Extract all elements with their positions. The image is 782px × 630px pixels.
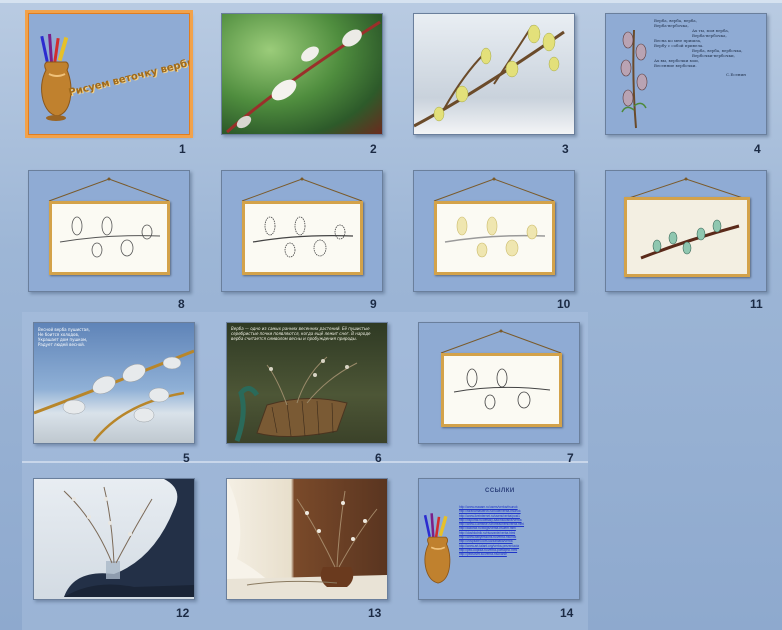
slide-thumbnail-6[interactable]: Верба — одно из самых ранних весенних ра… — [226, 322, 388, 444]
slide-4-poem: Верба, верба, верба, Верба-вербочка, Ах … — [654, 18, 746, 77]
slide-number-6: 6 — [375, 451, 382, 465]
slide-thumbnail-5[interactable]: Весной верба пушистая, Не боится холодов… — [33, 322, 195, 444]
branch-painted — [444, 216, 546, 258]
slide-6-text: Верба — одно из самых ранних весенних ра… — [231, 326, 371, 341]
willow-vase-photo — [227, 479, 387, 599]
reference-link[interactable]: http://pedsovet.su/verba-risovanie — [459, 552, 575, 556]
picture-frame — [434, 201, 555, 275]
slide-number-2: 2 — [370, 142, 377, 156]
slide-number-1: 1 — [179, 142, 186, 156]
branch-sketch — [252, 216, 354, 258]
slide-number-3: 3 — [562, 142, 569, 156]
picture-frame — [441, 353, 562, 427]
willow-branch-photo — [414, 24, 565, 128]
slide-thumbnail-4[interactable]: Верба, верба, верба, Верба-вербочка, Ах … — [605, 13, 767, 135]
willow-branch-photo — [226, 20, 381, 134]
slide-thumbnail-1[interactable]: Рисуем веточку вербы — [25, 10, 193, 138]
slide-thumbnail-12[interactable] — [33, 478, 195, 600]
slide-5-text: Весной верба пушистая, Не боится холодов… — [38, 327, 90, 347]
vase-with-pencils-icon — [423, 513, 451, 584]
slide-thumbnail-10[interactable] — [413, 170, 575, 292]
slide-number-7: 7 — [567, 451, 574, 465]
branch-sketch — [453, 368, 551, 410]
slide-thumbnail-2[interactable] — [221, 13, 383, 135]
slide-thumbnail-11[interactable] — [605, 170, 767, 292]
willow-basket-photo — [234, 356, 358, 442]
vase-with-pencils-icon — [40, 33, 72, 121]
slide-number-14: 14 — [560, 606, 574, 620]
slide-number-10: 10 — [557, 297, 571, 311]
willow-branch-drawing — [620, 29, 648, 129]
slide-thumbnail-8[interactable] — [28, 170, 190, 292]
picture-frame — [49, 201, 170, 275]
branch-painted — [640, 219, 740, 260]
willow-vase-photo — [63, 479, 194, 597]
slide-thumbnail-14[interactable]: ССЫЛКИ http://www.maaam.ru/users/verba/r… — [418, 478, 580, 600]
slide-thumbnail-9[interactable] — [221, 170, 383, 292]
row-divider — [22, 461, 588, 463]
slide-number-8: 8 — [178, 297, 185, 311]
slide-number-5: 5 — [183, 451, 190, 465]
slide-number-9: 9 — [370, 297, 377, 311]
slide-thumbnail-3[interactable] — [413, 13, 575, 135]
slide-thumbnail-13[interactable] — [226, 478, 388, 600]
picture-frame — [242, 201, 363, 275]
slide-1-title: Рисуем веточку вербы — [67, 56, 190, 99]
links-list: http://www.maaam.ru/users/verba/risunok … — [459, 505, 575, 557]
slide-number-11: 11 — [750, 297, 763, 311]
branch-sketch — [59, 216, 161, 258]
picture-frame — [624, 197, 750, 277]
slide-thumbnail-7[interactable] — [418, 322, 580, 444]
slide-number-4: 4 — [754, 142, 761, 156]
slide-number-12: 12 — [176, 606, 190, 620]
slide-number-13: 13 — [368, 606, 382, 620]
top-line — [0, 0, 782, 3]
links-heading: ССЫЛКИ — [485, 488, 515, 494]
